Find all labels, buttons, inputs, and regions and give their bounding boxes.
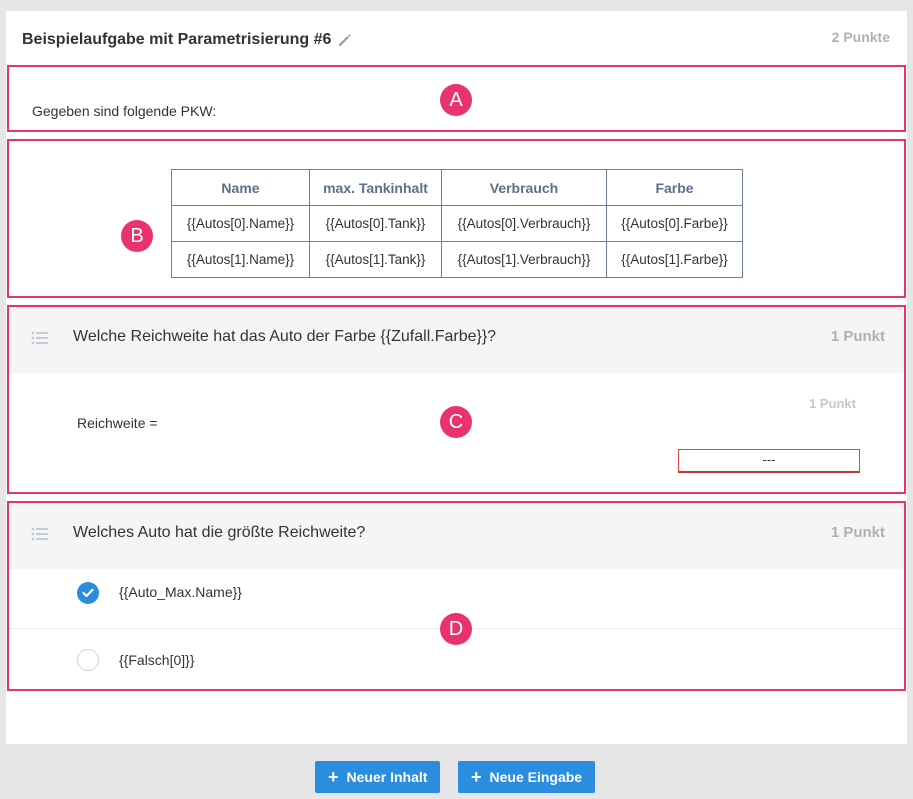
field-label: Reichweite = [77, 415, 158, 431]
option-label: {{Falsch[0]}} [119, 652, 195, 668]
content-block-text[interactable]: Gegeben sind folgende PKW: A [7, 65, 906, 132]
header-name: Name [171, 169, 310, 206]
task-title: Beispielaufgabe mit Parametrisierung #6 [22, 31, 332, 48]
header-verbrauch: Verbrauch [441, 169, 607, 206]
task-points: 2 Punkte [831, 29, 890, 45]
header-farbe: Farbe [606, 169, 743, 206]
plus-icon: + [471, 767, 482, 787]
pkw-table: Name max. Tankinhalt Verbrauch Farbe {{A… [171, 169, 743, 278]
new-input-button[interactable]: + Neue Eingabe [458, 761, 596, 793]
marker-c: C [440, 406, 472, 438]
field-points: 1 Punkt [809, 396, 856, 411]
table-cell: {{Autos[0].Tank}} [309, 205, 442, 242]
header-tank: max. Tankinhalt [309, 169, 442, 206]
option-checkbox-empty[interactable] [77, 649, 99, 671]
question-block-auto[interactable]: Welches Auto hat die größte Reichweite? … [7, 501, 906, 691]
question-header[interactable]: Welche Reichweite hat das Auto der Farbe… [9, 307, 904, 373]
plus-icon: + [328, 767, 339, 787]
marker-d: D [440, 613, 472, 645]
table-cell: {{Autos[0].Name}} [171, 205, 310, 242]
question-points: 1 Punkt [830, 524, 885, 541]
list-icon[interactable] [31, 331, 49, 350]
question-text: Welches Auto hat die größte Reichweite? [73, 524, 366, 541]
checkmark-icon [82, 588, 94, 598]
table-cell: {{Autos[0].Farbe}} [606, 205, 743, 242]
new-content-button[interactable]: + Neuer Inhalt [315, 761, 441, 793]
table-cell: {{Autos[1].Farbe}} [606, 241, 743, 278]
new-input-label: Neue Eingabe [489, 769, 583, 785]
question-block-reichweite[interactable]: Welche Reichweite hat das Auto der Farbe… [7, 305, 906, 494]
list-icon[interactable] [31, 527, 49, 546]
question-text: Welche Reichweite hat das Auto der Farbe… [73, 328, 497, 345]
table-cell: {{Autos[1].Name}} [171, 241, 310, 278]
task-title-row: Beispielaufgabe mit Parametrisierung #6 [22, 31, 353, 49]
table-cell: {{Autos[0].Verbrauch}} [441, 205, 607, 242]
intro-text: Gegeben sind folgende PKW: [32, 103, 217, 119]
table-header-row: Name max. Tankinhalt Verbrauch Farbe [171, 169, 743, 206]
option-label: {{Auto_Max.Name}} [119, 584, 242, 600]
table-row: {{Autos[0].Name}} {{Autos[0].Tank}} {{Au… [171, 205, 743, 242]
question-header[interactable]: Welches Auto hat die größte Reichweite? … [9, 503, 904, 569]
answer-dropdown[interactable]: --- [678, 449, 860, 473]
new-content-label: Neuer Inhalt [346, 769, 428, 785]
marker-b: B [121, 220, 153, 252]
question-points: 1 Punkt [830, 328, 885, 345]
option-checkbox-checked[interactable] [77, 582, 99, 604]
marker-a: A [440, 84, 472, 116]
table-cell: {{Autos[1].Tank}} [309, 241, 442, 278]
pencil-icon[interactable] [337, 32, 353, 48]
table-row: {{Autos[1].Name}} {{Autos[1].Tank}} {{Au… [171, 241, 743, 278]
table-cell: {{Autos[1].Verbrauch}} [441, 241, 607, 278]
content-block-table[interactable]: B Name max. Tankinhalt Verbrauch Farbe {… [7, 139, 906, 298]
